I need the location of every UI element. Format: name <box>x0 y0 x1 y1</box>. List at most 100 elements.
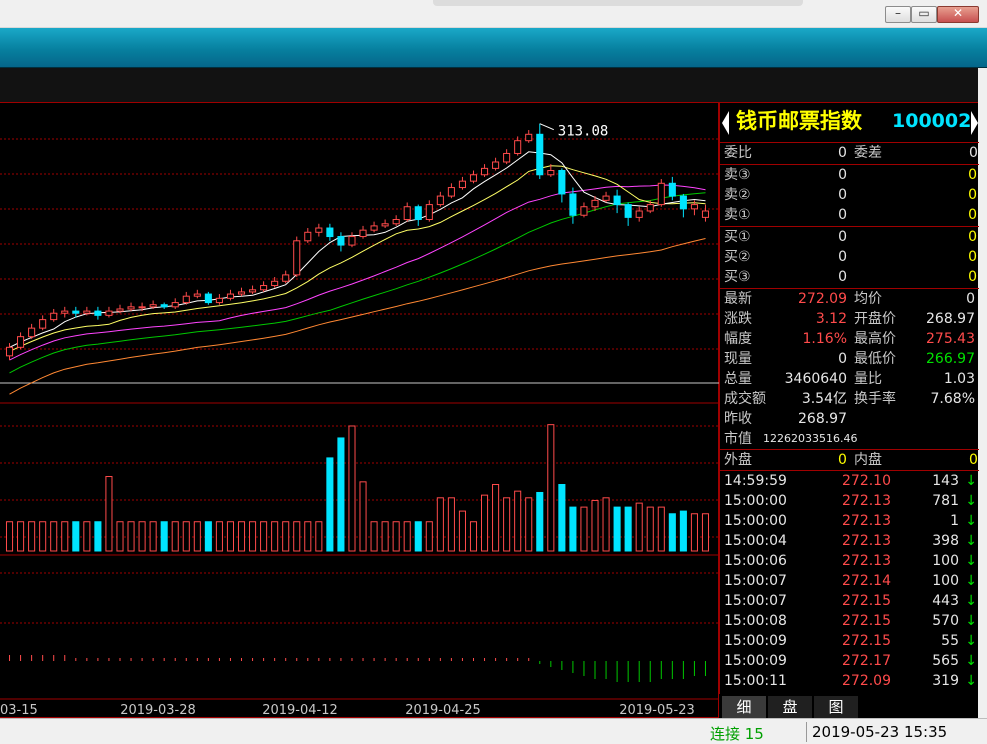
tick-row: 15:00:11 272.09 319 ↓ <box>720 671 979 691</box>
bid-row: 买③ 0 0 <box>720 267 979 287</box>
next-arrow-icon[interactable] <box>971 111 978 135</box>
tick-price: 272.13 <box>842 533 891 549</box>
tick-direction-icon: ↓ <box>965 553 977 569</box>
volume-bar <box>370 521 378 552</box>
candle-body <box>28 327 36 338</box>
candle-body <box>370 225 378 231</box>
tick-volume: 443 <box>932 593 959 609</box>
candle-body <box>149 304 157 308</box>
x-tick-label: 2019-03-15 <box>0 703 38 718</box>
status-datetime: 2019-05-23 15:35 <box>812 723 948 741</box>
maximize-button[interactable]: ▭ <box>911 6 937 23</box>
stat-value: 1.03 <box>943 371 975 387</box>
stat-row: 幅度 1.16% 最高价 275.43 <box>720 329 979 349</box>
x-tick-label: 2019-03-28 <box>120 703 196 718</box>
candle-body <box>337 236 345 246</box>
tick-price: 272.17 <box>842 653 891 669</box>
candle-body <box>359 229 367 238</box>
bid-row: 买① 0 0 <box>720 227 979 247</box>
volume-bar <box>326 457 334 552</box>
tick-price: 272.13 <box>842 553 891 569</box>
tab-orderbook[interactable]: 盘 <box>768 696 812 718</box>
volume-bar <box>249 521 257 552</box>
tick-volume: 1 <box>950 513 959 529</box>
volume-bar <box>580 506 588 552</box>
close-icon: ✕ <box>952 6 964 20</box>
candle-body <box>226 293 234 299</box>
candle-body <box>469 174 478 182</box>
volume-bar <box>182 521 190 552</box>
tab-detail[interactable]: 细 <box>722 696 766 718</box>
ask-volume: 0 <box>968 167 977 183</box>
volume-bar <box>61 521 69 552</box>
stat-row: 涨跌 3.12 开盘价 268.97 <box>720 309 979 329</box>
ask-label: 卖① <box>724 207 751 223</box>
candle-body <box>171 302 179 308</box>
tick-time: 15:00:06 <box>724 553 787 569</box>
stat-label: 总量 <box>724 371 752 387</box>
volume-bar <box>138 521 146 552</box>
volume-bar <box>481 494 489 552</box>
volume-bar <box>50 521 58 552</box>
minimize-button[interactable]: – <box>885 6 911 23</box>
volume-bar <box>171 521 179 552</box>
volume-bar <box>215 521 223 552</box>
volume-bar <box>193 521 201 552</box>
candle-body <box>50 312 58 321</box>
close-button[interactable]: ✕ <box>937 6 979 23</box>
tick-row: 15:00:08 272.15 570 ↓ <box>720 611 979 631</box>
connection-status: 连接 15 <box>710 725 764 743</box>
stat-row: 总量 3460640 量比 1.03 <box>720 369 979 389</box>
volume-bar <box>39 521 47 552</box>
volume-bar <box>492 484 500 552</box>
candle-body <box>72 310 80 314</box>
stat-value: 1.16% <box>802 331 847 347</box>
stat-label: 昨收 <box>724 411 752 427</box>
value: 0 <box>838 145 847 161</box>
candle-body <box>282 274 290 282</box>
value: 0 <box>838 452 847 468</box>
tick-time: 15:00:00 <box>724 493 787 509</box>
volume-bar <box>5 521 14 552</box>
candle-body <box>193 293 201 297</box>
tick-direction-icon: ↓ <box>965 573 977 589</box>
volume-bar <box>392 521 400 552</box>
candle-body <box>558 170 566 195</box>
volume-bar <box>28 521 36 552</box>
volume-bar <box>282 521 290 552</box>
stat-value: 3460640 <box>784 371 847 387</box>
ask-price: 0 <box>838 167 847 183</box>
stat-label: 幅度 <box>724 331 752 347</box>
candle-body <box>536 133 544 176</box>
tick-direction-icon: ↓ <box>965 633 977 649</box>
candle-body <box>127 306 135 310</box>
volume-bar <box>94 521 102 552</box>
label: 委差 <box>854 145 882 161</box>
candle-body <box>39 319 47 329</box>
tick-row: 15:00:00 272.13 1 ↓ <box>720 511 979 531</box>
candle-body <box>237 291 246 295</box>
tick-direction-icon: ↓ <box>965 613 977 629</box>
volume-bar <box>381 521 389 552</box>
ma5-line <box>9 151 706 348</box>
kline-chart[interactable]: 313.08 2019-03-15 2019-03-28 2019-04-12 2019… <box>0 102 719 718</box>
peak-label: 313.08 <box>558 124 609 140</box>
volume-bar <box>701 513 710 552</box>
candle-body <box>5 346 14 357</box>
tick-price: 272.15 <box>842 633 891 649</box>
bid-volume: 0 <box>968 269 977 285</box>
tick-price: 272.10 <box>842 473 891 489</box>
tab-chart[interactable]: 图 <box>814 696 858 718</box>
volume-bar <box>304 521 312 552</box>
title-tab <box>433 0 803 6</box>
volume-bar <box>337 437 345 552</box>
prev-arrow-icon[interactable] <box>722 111 729 135</box>
candle-body <box>182 295 190 304</box>
volume-bar <box>514 490 522 552</box>
stat-label: 最低价 <box>854 351 896 367</box>
ask-row: 卖③ 0 0 <box>720 165 979 185</box>
stat-label: 换手率 <box>854 391 896 407</box>
candle-body <box>613 195 621 206</box>
stat-value: 272.09 <box>798 291 847 307</box>
volume-bar <box>536 491 544 552</box>
